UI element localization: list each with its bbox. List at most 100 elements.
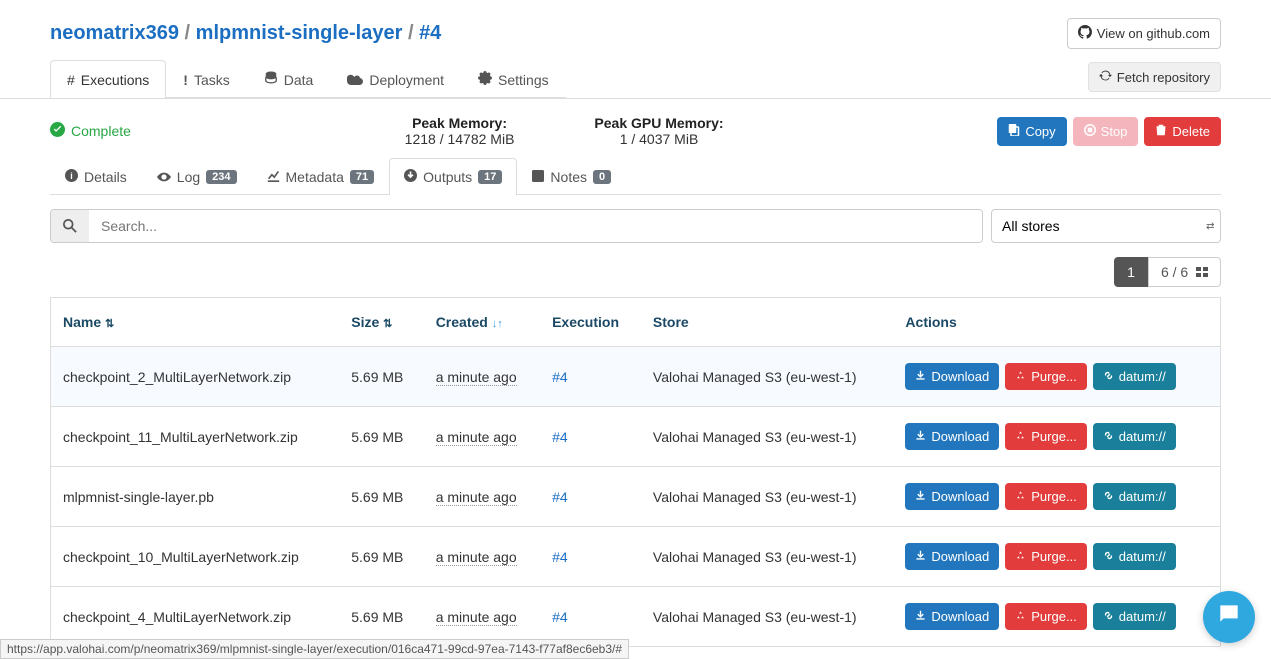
info-icon: i xyxy=(65,169,78,185)
cell-created: a minute ago xyxy=(424,467,540,527)
subtab-label: Log xyxy=(177,169,200,185)
purge-button[interactable]: Purge... xyxy=(1005,423,1087,450)
chat-widget-button[interactable] xyxy=(1203,591,1255,643)
table-row: checkpoint_11_MultiLayerNetwork.zip 5.69… xyxy=(51,407,1221,467)
cell-execution[interactable]: #4 xyxy=(540,527,641,587)
link-icon xyxy=(1103,369,1114,384)
cell-name[interactable]: checkpoint_4_MultiLayerNetwork.zip xyxy=(51,587,340,647)
breadcrumb-owner[interactable]: neomatrix369 xyxy=(50,22,179,44)
cell-execution[interactable]: #4 xyxy=(540,587,641,647)
cell-name[interactable]: mlpmnist-single-layer.pb xyxy=(51,467,340,527)
view-on-github-button[interactable]: View on github.com xyxy=(1067,18,1221,49)
cell-size: 5.69 MB xyxy=(339,527,423,587)
breadcrumb: neomatrix369 / mlpmnist-single-layer / #… xyxy=(50,22,441,45)
sort-icon: ⇅ xyxy=(383,318,392,330)
peak-memory-value: 1218 / 14782 MiB xyxy=(405,131,515,147)
subtab-label: Metadata xyxy=(286,169,344,185)
purge-button[interactable]: Purge... xyxy=(1005,483,1087,510)
datum-button[interactable]: datum:// xyxy=(1093,483,1176,510)
copy-icon xyxy=(1008,124,1020,139)
cell-actions: Download Purge... datum:// xyxy=(893,527,1220,587)
datum-button[interactable]: datum:// xyxy=(1093,363,1176,390)
download-icon xyxy=(915,549,926,564)
cloud-icon xyxy=(347,72,363,88)
tab-label: Executions xyxy=(81,72,149,88)
button-label: Copy xyxy=(1025,124,1055,139)
cell-created: a minute ago xyxy=(424,407,540,467)
download-icon xyxy=(915,369,926,384)
table-row: mlpmnist-single-layer.pb 5.69 MB a minut… xyxy=(51,467,1221,527)
tab-label: Settings xyxy=(498,72,549,88)
recycle-icon xyxy=(1015,609,1026,624)
subtab-metadata[interactable]: Metadata 71 xyxy=(252,158,390,195)
cell-store: Valohai Managed S3 (eu-west-1) xyxy=(641,587,894,647)
download-button[interactable]: Download xyxy=(905,363,999,390)
subtab-label: Notes xyxy=(550,169,587,185)
download-icon xyxy=(915,609,926,624)
col-store: Store xyxy=(641,298,894,347)
subtab-details[interactable]: i Details xyxy=(50,158,142,195)
delete-button[interactable]: Delete xyxy=(1144,117,1221,146)
col-created[interactable]: Created ↓↑ xyxy=(424,298,540,347)
copy-button[interactable]: Copy xyxy=(997,117,1066,146)
subtab-notes[interactable]: Notes 0 xyxy=(517,158,626,195)
purge-button[interactable]: Purge... xyxy=(1005,603,1087,630)
cell-name[interactable]: checkpoint_2_MultiLayerNetwork.zip xyxy=(51,347,340,407)
download-button[interactable]: Download xyxy=(905,483,999,510)
table-row: checkpoint_2_MultiLayerNetwork.zip 5.69 … xyxy=(51,347,1221,407)
recycle-icon xyxy=(1015,489,1026,504)
download-button[interactable]: Download xyxy=(905,423,999,450)
tab-data[interactable]: Data xyxy=(247,60,331,98)
sub-tabs: i Details Log 234 Metadata 71 Outputs 17… xyxy=(50,157,1221,195)
tab-executions[interactable]: # Executions xyxy=(50,60,166,98)
recycle-icon xyxy=(1015,369,1026,384)
page-1-button[interactable]: 1 xyxy=(1114,257,1148,287)
cell-name[interactable]: checkpoint_11_MultiLayerNetwork.zip xyxy=(51,407,340,467)
col-size[interactable]: Size ⇅ xyxy=(339,298,423,347)
cell-execution[interactable]: #4 xyxy=(540,347,641,407)
stop-button[interactable]: Stop xyxy=(1073,117,1139,146)
search-icon xyxy=(51,210,89,242)
subtab-log[interactable]: Log 234 xyxy=(142,158,252,195)
link-icon xyxy=(1103,489,1114,504)
recycle-icon xyxy=(1015,429,1026,444)
link-icon xyxy=(1103,429,1114,444)
fetch-repository-button[interactable]: Fetch repository xyxy=(1088,62,1221,92)
tab-settings[interactable]: Settings xyxy=(461,60,566,98)
purge-button[interactable]: Purge... xyxy=(1005,363,1087,390)
tab-tasks[interactable]: ! Tasks xyxy=(166,60,246,98)
link-icon xyxy=(1103,609,1114,624)
fetch-button-label: Fetch repository xyxy=(1117,70,1210,85)
datum-button[interactable]: datum:// xyxy=(1093,543,1176,570)
chart-icon xyxy=(267,169,280,185)
status-badge: Complete xyxy=(50,122,131,140)
search-input[interactable] xyxy=(89,210,982,242)
download-button[interactable]: Download xyxy=(905,603,999,630)
download-button[interactable]: Download xyxy=(905,543,999,570)
log-count-badge: 234 xyxy=(206,170,236,184)
cell-name[interactable]: checkpoint_10_MultiLayerNetwork.zip xyxy=(51,527,340,587)
breadcrumb-run[interactable]: #4 xyxy=(419,22,441,44)
breadcrumb-project[interactable]: mlpmnist-single-layer xyxy=(196,22,403,44)
datum-button[interactable]: datum:// xyxy=(1093,423,1176,450)
cell-created: a minute ago xyxy=(424,347,540,407)
tab-deployment[interactable]: Deployment xyxy=(330,60,461,98)
cell-execution[interactable]: #4 xyxy=(540,467,641,527)
datum-button[interactable]: datum:// xyxy=(1093,603,1176,630)
col-name[interactable]: Name ⇅ xyxy=(51,298,340,347)
cell-store: Valohai Managed S3 (eu-west-1) xyxy=(641,467,894,527)
breadcrumb-sep: / xyxy=(185,22,196,44)
store-select[interactable]: All stores xyxy=(991,209,1221,243)
table-row: checkpoint_10_MultiLayerNetwork.zip 5.69… xyxy=(51,527,1221,587)
purge-button[interactable]: Purge... xyxy=(1005,543,1087,570)
cell-store: Valohai Managed S3 (eu-west-1) xyxy=(641,347,894,407)
subtab-outputs[interactable]: Outputs 17 xyxy=(389,158,517,195)
table-row: checkpoint_4_MultiLayerNetwork.zip 5.69 … xyxy=(51,587,1221,647)
grid-icon xyxy=(1196,264,1208,280)
cell-size: 5.69 MB xyxy=(339,467,423,527)
recycle-icon xyxy=(1015,549,1026,564)
cell-execution[interactable]: #4 xyxy=(540,407,641,467)
cell-actions: Download Purge... datum:// xyxy=(893,467,1220,527)
trash-icon xyxy=(1155,124,1167,139)
tab-label: Data xyxy=(284,72,314,88)
